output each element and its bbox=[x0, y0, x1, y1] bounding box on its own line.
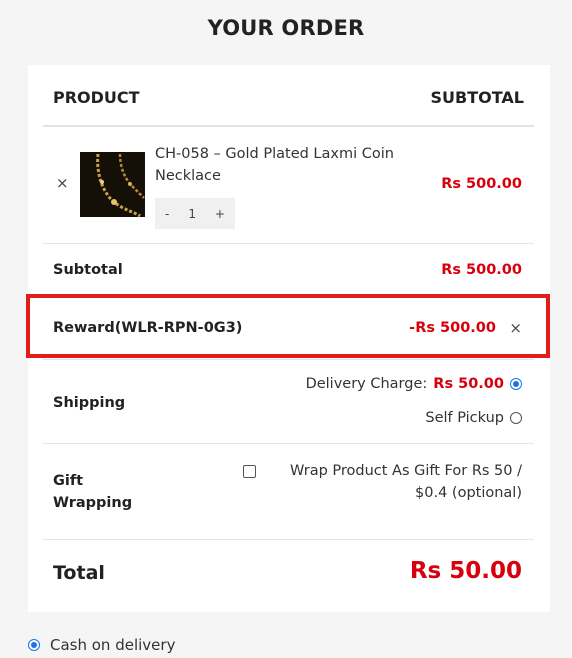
shipping-label: Shipping bbox=[53, 395, 126, 411]
reward-label: Reward(WLR-RPN-0G3) bbox=[53, 320, 243, 336]
payment-option-cod[interactable]: Cash on delivery bbox=[28, 636, 175, 654]
subtotal-value: Rs 500.00 bbox=[441, 262, 522, 278]
quantity-stepper: - 1 + bbox=[155, 198, 235, 229]
delivery-charge-value: Rs 50.00 bbox=[433, 376, 504, 392]
reward-value: -Rs 500.00 bbox=[409, 320, 496, 336]
order-heading: YOUR ORDER bbox=[207, 16, 365, 40]
table-header: PRODUCT SUBTOTAL bbox=[43, 65, 534, 127]
gift-wrapping-label: Gift Wrapping bbox=[53, 473, 133, 511]
self-pickup-option[interactable]: Self Pickup bbox=[425, 410, 522, 426]
total-label: Total bbox=[53, 562, 105, 584]
shipping-row: Shipping Delivery Charge: Rs 50.00 Self … bbox=[43, 360, 534, 444]
product-name[interactable]: CH-058 – Gold Plated Laxmi Coin Necklace bbox=[155, 143, 445, 187]
subtotal-label: Subtotal bbox=[53, 262, 123, 278]
qty-increment-button[interactable]: + bbox=[215, 207, 225, 221]
necklace-image-icon bbox=[80, 152, 145, 217]
product-thumbnail[interactable] bbox=[80, 152, 145, 217]
item-subtotal: Rs 500.00 bbox=[441, 176, 522, 192]
total-value: Rs 50.00 bbox=[409, 558, 522, 584]
subtotal-row: Subtotal Rs 500.00 bbox=[43, 244, 534, 298]
order-summary-card: PRODUCT SUBTOTAL × CH-058 – Gold Plated … bbox=[28, 65, 550, 612]
total-row: Total Rs 50.00 bbox=[43, 540, 534, 612]
cod-radio[interactable] bbox=[28, 639, 40, 651]
gift-wrap-option-text[interactable]: Wrap Product As Gift For Rs 50 / $0.4 (o… bbox=[254, 460, 522, 504]
self-pickup-label: Self Pickup bbox=[425, 410, 504, 426]
subtotal-column-header: SUBTOTAL bbox=[430, 88, 524, 107]
gift-wrapping-row: Gift Wrapping Wrap Product As Gift For R… bbox=[43, 444, 534, 540]
self-pickup-radio[interactable] bbox=[510, 412, 522, 424]
cart-item-row: × CH-058 – Gold Plated Laxmi Coin Neckla… bbox=[43, 127, 534, 244]
cod-label: Cash on delivery bbox=[50, 636, 176, 654]
product-column-header: PRODUCT bbox=[53, 88, 140, 107]
remove-reward-icon[interactable]: × bbox=[509, 319, 522, 337]
qty-value[interactable]: 1 bbox=[188, 207, 196, 221]
delivery-charge-option[interactable]: Delivery Charge: Rs 50.00 bbox=[306, 376, 522, 392]
remove-item-icon[interactable]: × bbox=[56, 174, 69, 192]
reward-row: Reward(WLR-RPN-0G3) -Rs 500.00 × bbox=[43, 298, 534, 360]
qty-decrement-button[interactable]: - bbox=[165, 207, 169, 221]
delivery-charge-label: Delivery Charge: bbox=[305, 376, 428, 392]
delivery-charge-radio[interactable] bbox=[510, 378, 522, 390]
